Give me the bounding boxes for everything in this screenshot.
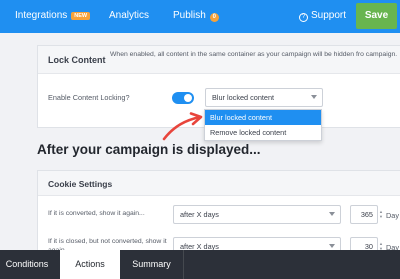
chevron-down-icon: [329, 244, 335, 248]
nav-publish[interactable]: Publish 0: [173, 10, 219, 22]
lock-content-description: When enabled, all content in the same co…: [110, 51, 398, 58]
enable-locking-toggle[interactable]: [172, 92, 194, 104]
save-button[interactable]: Save: [356, 3, 397, 29]
converted-timing-select[interactable]: after X days: [173, 205, 341, 224]
nav-integrations[interactable]: Integrations NEW: [15, 10, 91, 21]
converted-row-label: If it is converted, show it again...: [48, 210, 145, 217]
pointer-arrow-icon: [162, 112, 203, 141]
publish-status-badge: 0: [209, 13, 219, 22]
new-badge: NEW: [71, 12, 91, 20]
chevron-down-icon: [329, 212, 335, 216]
cookie-settings-header: Cookie Settings: [38, 171, 400, 196]
cookie-settings-title: Cookie Settings: [48, 179, 113, 189]
top-nav: Integrations NEW Analytics Publish 0 ? Supp…: [0, 0, 400, 33]
tab-actions[interactable]: Actions: [60, 250, 120, 279]
dropdown-option-blur[interactable]: Blur locked content: [205, 110, 321, 125]
converted-timing-value: after X days: [180, 210, 219, 219]
toggle-knob: [184, 94, 192, 102]
converted-days-value: 365: [360, 210, 373, 219]
lock-content-header: Lock Content When enabled, all content i…: [38, 46, 400, 74]
stepper-icon[interactable]: ▲ ▼: [379, 209, 383, 219]
lock-mode-dropdown: Blur locked content Remove locked conten…: [204, 109, 322, 141]
nav-support[interactable]: ? Support: [299, 10, 346, 22]
lock-mode-select-value: Blur locked content: [212, 93, 275, 102]
nav-analytics[interactable]: Analytics: [109, 10, 149, 21]
help-icon: ?: [299, 13, 308, 22]
dropdown-option-remove[interactable]: Remove locked content: [205, 125, 321, 140]
after-campaign-heading: After your campaign is displayed...: [37, 142, 261, 157]
tab-conditions[interactable]: Conditions: [0, 250, 54, 279]
chevron-down-icon: [311, 95, 317, 99]
converted-days-input[interactable]: 365 ▲ ▼: [350, 205, 383, 224]
nav-integrations-label: Integrations: [15, 10, 68, 21]
tab-summary[interactable]: Summary: [120, 250, 184, 279]
bottom-tab-bar: Conditions Actions Summary: [0, 250, 400, 279]
nav-support-label: Support: [311, 10, 347, 21]
converted-days-unit: Day: [386, 211, 399, 220]
nav-analytics-label: Analytics: [109, 10, 150, 21]
lock-mode-select[interactable]: Blur locked content: [205, 88, 323, 107]
nav-publish-label: Publish: [173, 10, 206, 21]
enable-locking-label: Enable Content Locking?: [48, 93, 130, 102]
lock-content-title: Lock Content: [48, 55, 106, 65]
